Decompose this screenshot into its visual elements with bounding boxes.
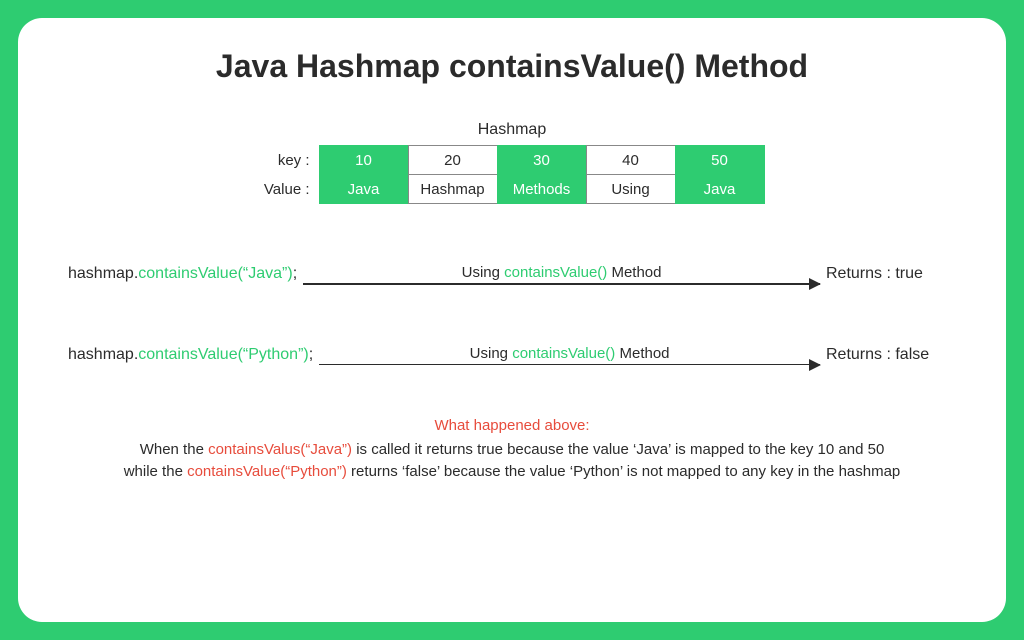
code-suffix: ; — [293, 265, 297, 282]
value-cell: Java — [319, 174, 409, 204]
key-cell: 50 — [675, 145, 765, 175]
value-cell: Hashmap — [408, 174, 498, 204]
code-suffix: ; — [309, 346, 313, 363]
arrow: Using containsValue() Method — [303, 264, 820, 285]
value-row-label: Value : — [260, 175, 320, 204]
key-cell: 30 — [497, 145, 587, 175]
explanation-line: When the containsValus(“Java”) is called… — [58, 439, 966, 461]
key-cell: 20 — [408, 145, 498, 175]
code-call: hashmap.containsValue(“Java”); — [68, 265, 297, 283]
key-row-label: key : — [260, 145, 320, 175]
code-prefix: hashmap. — [68, 346, 138, 363]
result-text: Returns : true — [826, 265, 956, 283]
code-method: containsValue(“Java”) — [138, 265, 292, 282]
card: Java Hashmap containsValue() Method Hash… — [18, 18, 1006, 622]
explanation-heading: What happened above: — [58, 415, 966, 437]
code-prefix: hashmap. — [68, 265, 138, 282]
examples: hashmap.containsValue(“Java”); Using con… — [58, 264, 966, 365]
result-text: Returns : false — [826, 346, 956, 364]
explanation-line: while the containsValue(“Python”) return… — [58, 461, 966, 483]
value-row: Value : Java Hashmap Methods Using Java — [260, 175, 765, 204]
hashmap-caption: Hashmap — [478, 121, 546, 139]
arrow-caption: Using containsValue() Method — [462, 264, 662, 281]
value-cell: Java — [675, 174, 765, 204]
value-cell: Methods — [497, 174, 587, 204]
key-row: key : 10 20 30 40 50 — [260, 145, 765, 175]
key-cell: 10 — [319, 145, 409, 175]
code-call: hashmap.containsValue(“Python”); — [68, 346, 313, 364]
arrow: Using containsValue() Method — [319, 345, 820, 366]
hashmap-table: key : 10 20 30 40 50 Value : Java Hashma… — [260, 145, 765, 204]
page-title: Java Hashmap containsValue() Method — [58, 48, 966, 85]
explanation: What happened above: When the containsVa… — [58, 415, 966, 482]
value-cell: Using — [586, 174, 676, 204]
hashmap-diagram: Hashmap key : 10 20 30 40 50 Value : Jav… — [58, 121, 966, 204]
arrow-icon — [319, 364, 820, 366]
example-row: hashmap.containsValue(“Python”); Using c… — [58, 345, 966, 366]
example-row: hashmap.containsValue(“Java”); Using con… — [58, 264, 966, 285]
arrow-icon — [303, 283, 820, 285]
arrow-caption: Using containsValue() Method — [470, 345, 670, 362]
key-cell: 40 — [586, 145, 676, 175]
code-method: containsValue(“Python”) — [138, 346, 308, 363]
